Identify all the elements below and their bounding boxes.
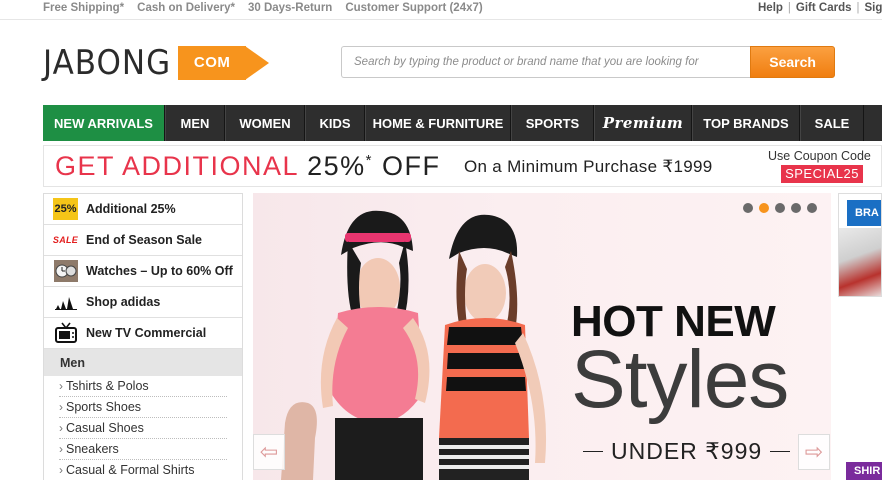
sidebar-offer-label: Shop adidas [86,295,161,309]
divider [770,451,791,452]
nav-premium[interactable]: Premium [594,105,692,141]
sidebar-offer-additional[interactable]: 25% Additional 25% [44,194,242,225]
sidebar-link-label: Sneakers [66,442,119,456]
adidas-logo-icon [53,290,78,314]
chevron-right-icon: › [59,400,63,414]
percent-badge-icon: 25% [53,197,78,221]
side-ad-tab: SHIR [846,462,882,480]
sidebar-offer-label: End of Season Sale [86,233,203,247]
promo-asterisk: * [365,152,373,169]
top-utility-bar: Free Shipping* Cash on Delivery* 30 Days… [0,0,882,20]
separator: | [787,2,791,14]
service-highlights: Free Shipping* Cash on Delivery* 30 Days… [43,2,483,14]
carousel-dot[interactable] [791,203,801,213]
sidebar-offer-watches[interactable]: Watches – Up to 60% Off [44,256,242,287]
logo-com-tag: COM [178,46,270,80]
sidebar-link-tshirts-polos[interactable]: › Tshirts & Polos [59,376,227,397]
search-button[interactable]: Search [750,46,835,78]
sign-in-link[interactable]: Sign [865,2,882,14]
free-shipping-text: Free Shipping* [43,2,125,14]
sale-tag-text: SALE [52,235,79,245]
promo-strip[interactable]: GET ADDITIONAL 25%* OFF On a Minimum Pur… [43,145,882,187]
sidebar-offer-adidas[interactable]: Shop adidas [44,287,242,318]
divider [583,451,603,452]
gift-cards-link[interactable]: Gift Cards [796,2,852,14]
side-shirts-ad[interactable]: SHIR [838,462,882,480]
carousel-prev-button[interactable]: ⇦ [253,434,285,470]
sidebar-link-label: Sports Shoes [66,400,142,414]
sidebar-link-sports-shoes[interactable]: › Sports Shoes [59,397,227,418]
sidebar-link-sneakers[interactable]: › Sneakers [59,439,227,460]
sale-tag-icon: SALE [53,228,78,252]
separator: | [856,2,860,14]
sidebar-link-casual-formal-shirts[interactable]: › Casual & Formal Shirts [59,460,227,480]
carousel-dot-active[interactable] [759,203,769,213]
sidebar-section-men[interactable]: Men [44,349,242,376]
chevron-right-icon: › [59,421,63,435]
carousel-dot[interactable] [743,203,753,213]
logo-com-arrow [245,46,270,80]
sidebar-offer-label: New TV Commercial [86,326,207,340]
chevron-right-icon: › [59,463,63,477]
chevron-right-icon: › [59,442,63,456]
sidebar-offer-tv-commercial[interactable]: New TV Commercial [44,318,242,349]
coupon-code-badge: SPECIAL25 [781,165,863,183]
nav-sports[interactable]: SPORTS [511,105,594,141]
sidebar-offer-label: Additional 25% [86,202,176,216]
help-link[interactable]: Help [758,2,783,14]
banner-price-line: UNDER ₹999 [583,438,791,465]
side-ad-tab: BRA [847,200,881,226]
nav-women[interactable]: WOMEN [225,105,305,141]
category-sidebar: 25% Additional 25% SALE End of Season Sa… [43,193,243,480]
hero-banner[interactable]: HOT NEW Styles UNDER ₹999 ⇦ ⇨ [253,193,831,480]
banner-price-text: UNDER ₹999 [611,438,763,464]
tv-icon [53,321,78,345]
logo-wordmark: JABONG [43,43,172,83]
jabong-logo[interactable]: JABONG COM [43,43,270,83]
logo-com-text: COM [193,54,231,71]
promo-minimum-purchase: On a Minimum Purchase ₹1999 [464,157,713,176]
sidebar-offer-eos-sale[interactable]: SALE End of Season Sale [44,225,242,256]
promo-off: OFF [372,151,441,181]
returns-text: 30 Days-Return [247,2,333,14]
promo-red-text: GET ADDITIONAL [55,151,308,181]
arrow-right-icon: ⇨ [804,439,824,464]
nav-top-brands[interactable]: TOP BRANDS [692,105,800,141]
sidebar-link-casual-shoes[interactable]: › Casual Shoes [59,418,227,439]
sidebar-link-label: Casual Shoes [66,421,144,435]
sidebar-offer-label: Watches – Up to 60% Off [86,264,233,278]
sidebar-link-label: Casual & Formal Shirts [66,463,195,477]
promo-percent: 25% [307,151,366,181]
search-input[interactable] [341,46,751,78]
nav-home-furniture[interactable]: HOME & FURNITURE [365,105,511,141]
chevron-right-icon: › [59,379,63,393]
main-navigation: NEW ARRIVALS MEN WOMEN KIDS HOME & FURNI… [43,105,882,141]
promo-headline: GET ADDITIONAL 25%* OFF [55,151,440,182]
search-bar: Search [341,46,835,78]
banner-script-text: Styles [571,334,789,425]
sidebar-link-label: Tshirts & Polos [66,379,149,393]
coupon-label: Use Coupon Code [768,149,871,163]
nav-men[interactable]: MEN [165,105,225,141]
carousel-next-button[interactable]: ⇨ [798,434,830,470]
nav-kids[interactable]: KIDS [305,105,365,141]
carousel-dot[interactable] [775,203,785,213]
watch-icon [53,259,78,283]
carousel-dots [743,203,817,213]
cash-on-delivery-text: Cash on Delivery* [137,2,235,14]
customer-support-text: Customer Support (24x7) [345,2,483,14]
percent-badge-text: 25% [53,198,78,220]
arrow-left-icon: ⇦ [259,439,279,464]
banner-models-image [281,210,547,480]
side-ad-image [839,228,881,296]
carousel-dot[interactable] [807,203,817,213]
utility-links: Help | Gift Cards | Sign [758,2,882,14]
side-brand-ad[interactable]: BRA [838,193,882,297]
nav-new-arrivals[interactable]: NEW ARRIVALS [43,105,165,141]
nav-sale[interactable]: SALE [800,105,864,141]
